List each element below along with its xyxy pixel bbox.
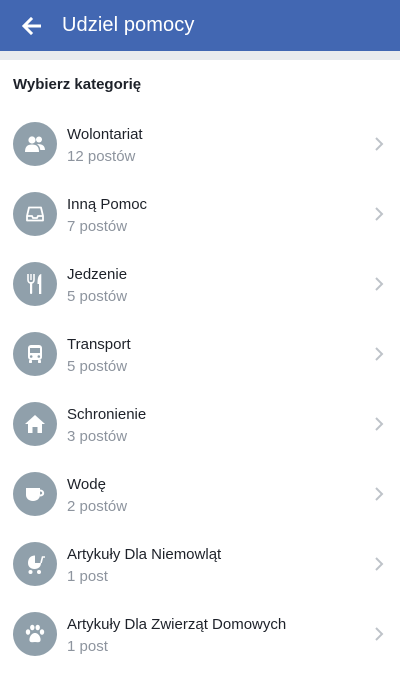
category-icon-circle	[13, 402, 57, 446]
chevron-right-icon	[375, 347, 384, 361]
chevron-right-icon	[375, 137, 384, 151]
category-label: Wolontariat	[67, 126, 143, 143]
app-bar: Udziel pomocy	[0, 0, 400, 51]
category-count: 5 postów	[67, 358, 128, 375]
category-label: Inną Pomoc	[67, 196, 148, 213]
house-icon	[25, 415, 45, 433]
inbox-tray-icon	[26, 206, 44, 222]
category-item-wode[interactable]: Wodę 2 postów	[0, 459, 400, 529]
category-icon-circle	[13, 192, 57, 236]
category-label: Wodę	[67, 476, 106, 493]
chevron-right-icon	[375, 627, 384, 641]
category-item-inna-pomoc[interactable]: Inną Pomoc 7 postów	[0, 179, 400, 249]
category-count: 1 post	[67, 638, 108, 655]
page-title: Udziel pomocy	[62, 14, 195, 36]
category-count: 5 postów	[67, 288, 128, 305]
chevron-right-icon	[375, 557, 384, 571]
fork-knife-icon	[27, 274, 42, 294]
category-icon-circle	[13, 542, 57, 586]
category-item-artykuly-dla-zwierzat[interactable]: Artykuły Dla Zwierząt Domowych 1 post	[0, 599, 400, 669]
category-count: 2 postów	[67, 498, 128, 515]
category-count: 1 post	[67, 568, 108, 585]
category-count: 12 postów	[67, 148, 136, 165]
category-label: Artykuły Dla Niemowląt	[67, 546, 222, 563]
category-label: Schronienie	[67, 406, 147, 423]
cup-icon	[26, 488, 45, 501]
category-label: Artykuły Dla Zwierząt Domowych	[67, 616, 287, 633]
bus-icon	[28, 345, 42, 363]
chevron-right-icon	[375, 487, 384, 501]
category-label: Jedzenie	[67, 266, 128, 283]
stroller-icon	[28, 555, 45, 574]
category-icon-circle	[13, 262, 57, 306]
chevron-right-icon	[375, 277, 384, 291]
paw-icon	[25, 624, 45, 643]
arrow-left-icon	[22, 16, 41, 35]
category-item-wolontariat[interactable]: Wolontariat 12 postów	[0, 109, 400, 179]
category-label: Transport	[67, 336, 131, 353]
back-button[interactable]	[17, 11, 47, 41]
category-count: 7 postów	[67, 218, 128, 235]
chevron-right-icon	[375, 417, 384, 431]
people-icon	[25, 136, 45, 152]
category-list: Wolontariat 12 postów Inną Pomoc 7 postó…	[0, 109, 400, 669]
chevron-right-icon	[375, 207, 384, 221]
divider	[0, 51, 400, 60]
category-icon-circle	[13, 612, 57, 656]
category-item-artykuly-dla-niemowlat[interactable]: Artykuły Dla Niemowląt 1 post	[0, 529, 400, 599]
category-count: 3 postów	[67, 428, 128, 445]
category-item-jedzenie[interactable]: Jedzenie 5 postów	[0, 249, 400, 319]
category-icon-circle	[13, 332, 57, 376]
section-title: Wybierz kategorię	[13, 76, 142, 93]
category-item-schronienie[interactable]: Schronienie 3 postów	[0, 389, 400, 459]
category-icon-circle	[13, 472, 57, 516]
category-item-transport[interactable]: Transport 5 postów	[0, 319, 400, 389]
category-icon-circle	[13, 122, 57, 166]
